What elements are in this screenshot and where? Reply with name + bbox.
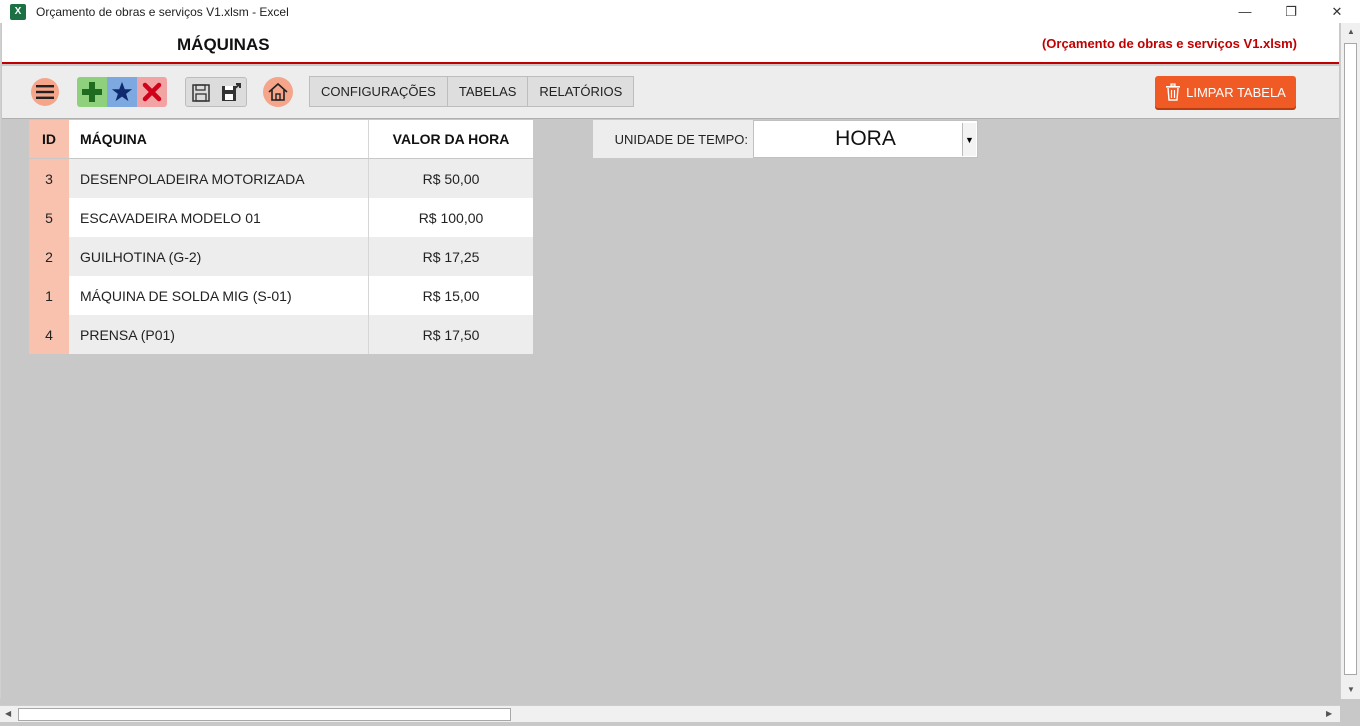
nav-tabelas-button[interactable]: TABELAS xyxy=(448,77,529,106)
minimize-button[interactable]: — xyxy=(1222,0,1268,23)
row-id-cell[interactable]: 2 xyxy=(29,237,69,276)
delete-button[interactable] xyxy=(137,77,167,107)
scroll-up-icon[interactable]: ▲ xyxy=(1347,27,1355,36)
window-controls: — ❐ ✕ xyxy=(1222,0,1360,23)
record-actions-group xyxy=(77,77,167,107)
header-maquina[interactable]: MÁQUINA xyxy=(69,120,369,158)
row-name-cell[interactable]: GUILHOTINA (G-2) xyxy=(69,237,369,276)
clear-table-button[interactable]: LIMPAR TABELA xyxy=(1155,76,1296,108)
restore-button[interactable]: ❐ xyxy=(1268,0,1314,23)
star-icon xyxy=(111,81,133,102)
floppy-disk-icon xyxy=(192,84,210,102)
header-valor-da-hora[interactable]: VALOR DA HORA xyxy=(369,120,533,158)
excel-app-icon: X xyxy=(10,3,26,20)
trash-icon xyxy=(1166,83,1181,101)
save-button[interactable] xyxy=(186,78,216,106)
nav-relatorios-button[interactable]: RELATÓRIOS xyxy=(528,77,633,106)
scroll-down-icon[interactable]: ▼ xyxy=(1347,685,1355,694)
scroll-right-icon[interactable]: ▶ xyxy=(1326,709,1332,718)
row-value-cell[interactable]: R$ 17,25 xyxy=(369,237,533,276)
row-id-cell[interactable]: 4 xyxy=(29,315,69,354)
table-row[interactable]: 5 ESCAVADEIRA MODELO 01 R$ 100,00 xyxy=(29,198,533,237)
row-id-cell[interactable]: 3 xyxy=(29,159,69,198)
home-button[interactable] xyxy=(263,77,293,107)
floppy-export-icon xyxy=(222,83,241,101)
close-button[interactable]: ✕ xyxy=(1314,0,1360,23)
row-name-cell[interactable]: PRENSA (P01) xyxy=(69,315,369,354)
row-name-cell[interactable]: ESCAVADEIRA MODELO 01 xyxy=(69,198,369,237)
title-bar: X Orçamento de obras e serviços V1.xlsm … xyxy=(0,0,1360,23)
add-button[interactable] xyxy=(77,77,107,107)
time-unit-label: UNIDADE DE TEMPO: xyxy=(593,120,753,158)
table-row[interactable]: 3 DESENPOLADEIRA MOTORIZADA R$ 50,00 xyxy=(29,159,533,198)
horizontal-scroll-thumb[interactable] xyxy=(18,708,511,721)
row-value-cell[interactable]: R$ 17,50 xyxy=(369,315,533,354)
home-icon xyxy=(268,82,288,101)
file-name-label: (Orçamento de obras e serviços V1.xlsm) xyxy=(1041,36,1297,51)
header-band: MÁQUINAS (Orçamento de obras e serviços … xyxy=(2,23,1339,64)
favorite-button[interactable] xyxy=(107,77,137,107)
row-value-cell[interactable]: R$ 15,00 xyxy=(369,276,533,315)
export-button[interactable] xyxy=(216,78,246,106)
row-name-cell[interactable]: DESENPOLADEIRA MOTORIZADA xyxy=(69,159,369,198)
row-value-cell[interactable]: R$ 100,00 xyxy=(369,198,533,237)
clear-table-label: LIMPAR TABELA xyxy=(1186,84,1286,100)
time-unit-select[interactable]: HORA xyxy=(753,120,978,158)
horizontal-scrollbar[interactable]: ◀ ▶ xyxy=(0,705,1340,722)
row-id-cell[interactable]: 1 xyxy=(29,276,69,315)
scroll-left-icon[interactable]: ◀ xyxy=(5,709,11,718)
window-title: Orçamento de obras e serviços V1.xlsm - … xyxy=(36,4,289,19)
row-value-cell[interactable]: R$ 50,00 xyxy=(369,159,533,198)
navigation-tabs: CONFIGURAÇÕES TABELAS RELATÓRIOS xyxy=(309,76,635,107)
vertical-scrollbar[interactable]: ▲ ▼ xyxy=(1340,23,1360,699)
table-row[interactable]: 2 GUILHOTINA (G-2) R$ 17,25 xyxy=(29,237,533,276)
row-id-cell[interactable]: 5 xyxy=(29,198,69,237)
vertical-scroll-thumb[interactable] xyxy=(1344,43,1357,675)
toolbar: CONFIGURAÇÕES TABELAS RELATÓRIOS LIMPAR … xyxy=(2,66,1339,119)
menu-button[interactable] xyxy=(31,78,59,106)
nav-configuracoes-button[interactable]: CONFIGURAÇÕES xyxy=(310,77,448,106)
worksheet[interactable]: MÁQUINAS (Orçamento de obras e serviços … xyxy=(0,23,1340,699)
plus-icon xyxy=(82,82,102,102)
header-id[interactable]: ID xyxy=(29,120,69,158)
dropdown-arrow-icon[interactable]: ▼ xyxy=(962,123,976,156)
row-name-cell[interactable]: MÁQUINA DE SOLDA MIG (S-01) xyxy=(69,276,369,315)
table-row[interactable]: 1 MÁQUINA DE SOLDA MIG (S-01) R$ 15,00 xyxy=(29,276,533,315)
x-icon xyxy=(142,82,162,102)
file-actions-group xyxy=(185,77,247,107)
hamburger-menu-icon xyxy=(36,85,54,99)
page-title: MÁQUINAS xyxy=(177,35,270,54)
table-row[interactable]: 4 PRENSA (P01) R$ 17,50 xyxy=(29,315,533,354)
